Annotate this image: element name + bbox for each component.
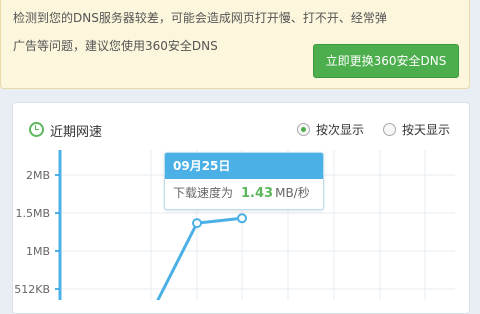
speed-tooltip: 09月25日 下载速度为 1.43 MB/秒 xyxy=(164,152,324,210)
tooltip-label: 下载速度为 xyxy=(173,186,234,200)
data-point xyxy=(237,213,247,224)
speed-chart: 2MB 1.5MB 1MB 512KB xyxy=(14,150,455,300)
y-tick-label: 512KB xyxy=(14,283,50,296)
tooltip-unit: MB/秒 xyxy=(275,186,310,200)
y-tick-label: 1.5MB xyxy=(15,207,50,220)
y-tick-label: 2MB xyxy=(26,169,50,182)
tooltip-value: 1.43 xyxy=(241,186,274,201)
data-point xyxy=(192,218,202,229)
y-tick-label: 1MB xyxy=(26,245,50,258)
tooltip-body: 下载速度为 1.43 MB/秒 xyxy=(165,179,323,201)
series-line xyxy=(156,216,243,300)
tooltip-date: 09月25日 xyxy=(165,153,323,179)
